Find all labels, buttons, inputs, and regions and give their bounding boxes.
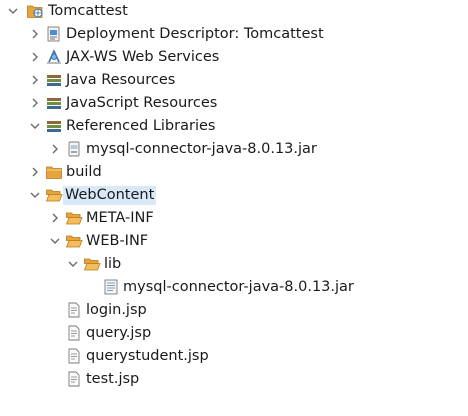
jsp-file-icon <box>65 301 83 319</box>
chevron-right-icon[interactable] <box>28 161 42 184</box>
web-project-icon <box>26 2 44 20</box>
tree-item-javascript-resources[interactable]: JavaScript Resources <box>0 92 468 115</box>
jsp-file-icon <box>65 347 83 365</box>
tree-item-label: mysql-connector-java-8.0.13.jar <box>123 279 354 295</box>
tree-item-java-resources[interactable]: Java Resources <box>0 69 468 92</box>
tree-item-webcontent[interactable]: WebContent <box>0 184 468 207</box>
jar-file-icon <box>65 140 83 158</box>
tree-item-label: querystudent.jsp <box>86 348 209 364</box>
tree-item-label: login.jsp <box>86 302 147 318</box>
tree-item-ref-jar[interactable]: mysql-connector-java-8.0.13.jar <box>0 138 468 161</box>
tree-item-build[interactable]: build <box>0 161 468 184</box>
tree-item-label: Tomcattest <box>48 3 128 19</box>
tree-item-lib-jar[interactable]: mysql-connector-java-8.0.13.jar <box>0 276 468 299</box>
chevron-down-icon[interactable] <box>28 115 42 138</box>
tree-item-jaxws[interactable]: JAX-WS Web Services <box>0 46 468 69</box>
folder-open-icon <box>65 232 83 250</box>
java-resources-icon <box>45 71 63 89</box>
tree-item-label: JAX-WS Web Services <box>66 49 220 65</box>
tree-item-label: test.jsp <box>86 371 140 387</box>
chevron-down-icon[interactable] <box>6 0 20 23</box>
chevron-right-icon[interactable] <box>28 23 42 46</box>
chevron-right-icon[interactable] <box>28 69 42 92</box>
web-services-icon <box>45 48 63 66</box>
deployment-descriptor-icon <box>45 25 63 43</box>
tree-item-referenced-libraries[interactable]: Referenced Libraries <box>0 115 468 138</box>
tree-item-project[interactable]: Tomcattest <box>0 0 468 23</box>
chevron-down-icon[interactable] <box>28 184 42 207</box>
tree-item-label: Deployment Descriptor: Tomcattest <box>66 26 324 42</box>
tree-item-lib[interactable]: lib <box>0 253 468 276</box>
chevron-right-icon[interactable] <box>28 46 42 69</box>
tree-item-label: query.jsp <box>86 325 152 341</box>
tree-item-label: META-INF <box>86 210 154 226</box>
tree-item-label: build <box>66 164 102 180</box>
library-container-icon <box>45 117 63 135</box>
jsp-file-icon <box>65 324 83 342</box>
folder-open-icon <box>45 186 63 204</box>
tree-item-web-inf[interactable]: WEB-INF <box>0 230 468 253</box>
tree-item-file[interactable]: login.jsp <box>0 299 468 322</box>
tree-item-label: WEB-INF <box>86 233 149 249</box>
tree-item-label: JavaScript Resources <box>66 95 218 111</box>
chevron-down-icon[interactable] <box>66 253 80 276</box>
chevron-down-icon[interactable] <box>48 230 62 253</box>
tree-item-deployment-descriptor[interactable]: Deployment Descriptor: Tomcattest <box>0 23 468 46</box>
project-explorer-tree: Tomcattest Deployment Descriptor: Tomcat… <box>0 0 468 416</box>
folder-open-icon <box>83 255 101 273</box>
jar-file-icon <box>102 278 120 296</box>
javascript-resources-icon <box>45 94 63 112</box>
folder-icon <box>45 163 63 181</box>
chevron-right-icon[interactable] <box>48 138 62 161</box>
tree-item-label: Referenced Libraries <box>66 118 216 134</box>
tree-item-label: Java Resources <box>66 72 176 88</box>
tree-item-file[interactable]: querystudent.jsp <box>0 345 468 368</box>
jsp-file-icon <box>65 370 83 388</box>
tree-item-file[interactable]: query.jsp <box>0 322 468 345</box>
chevron-right-icon[interactable] <box>28 92 42 115</box>
tree-item-meta-inf[interactable]: META-INF <box>0 207 468 230</box>
tree-item-label: lib <box>104 256 122 272</box>
folder-open-icon <box>65 209 83 227</box>
tree-item-label: mysql-connector-java-8.0.13.jar <box>86 141 317 157</box>
tree-item-label: WebContent <box>63 186 157 205</box>
chevron-right-icon[interactable] <box>48 207 62 230</box>
tree-item-file[interactable]: test.jsp <box>0 368 468 391</box>
